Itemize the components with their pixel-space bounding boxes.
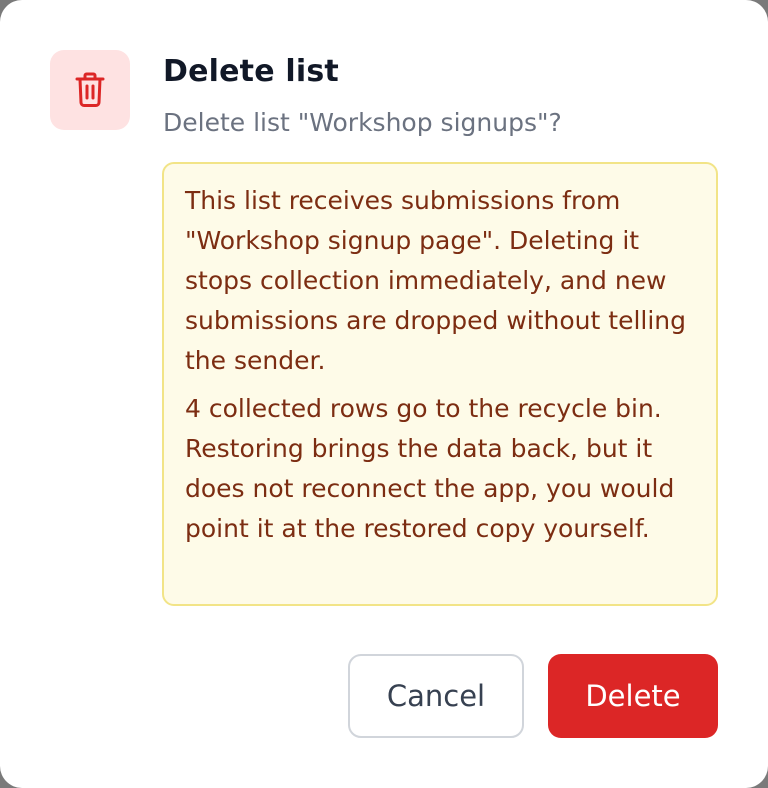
trash-icon: [75, 72, 105, 107]
dialog-title: Delete list: [163, 54, 339, 89]
warning-paragraph-recycle-bin: 4 collected rows go to the recycle bin. …: [185, 394, 675, 543]
delete-button[interactable]: Delete: [548, 654, 718, 738]
danger-icon-tile: [50, 50, 130, 130]
warning-callout: This list receives submissions from "Wor…: [162, 162, 718, 606]
warning-paragraph-collection: This list receives submissions from "Wor…: [185, 186, 687, 375]
dialog-subtitle: Delete list "Workshop signups"?: [163, 108, 562, 137]
delete-list-dialog: Delete list Delete list "Workshop signup…: [0, 0, 768, 788]
cancel-button[interactable]: Cancel: [348, 654, 524, 738]
